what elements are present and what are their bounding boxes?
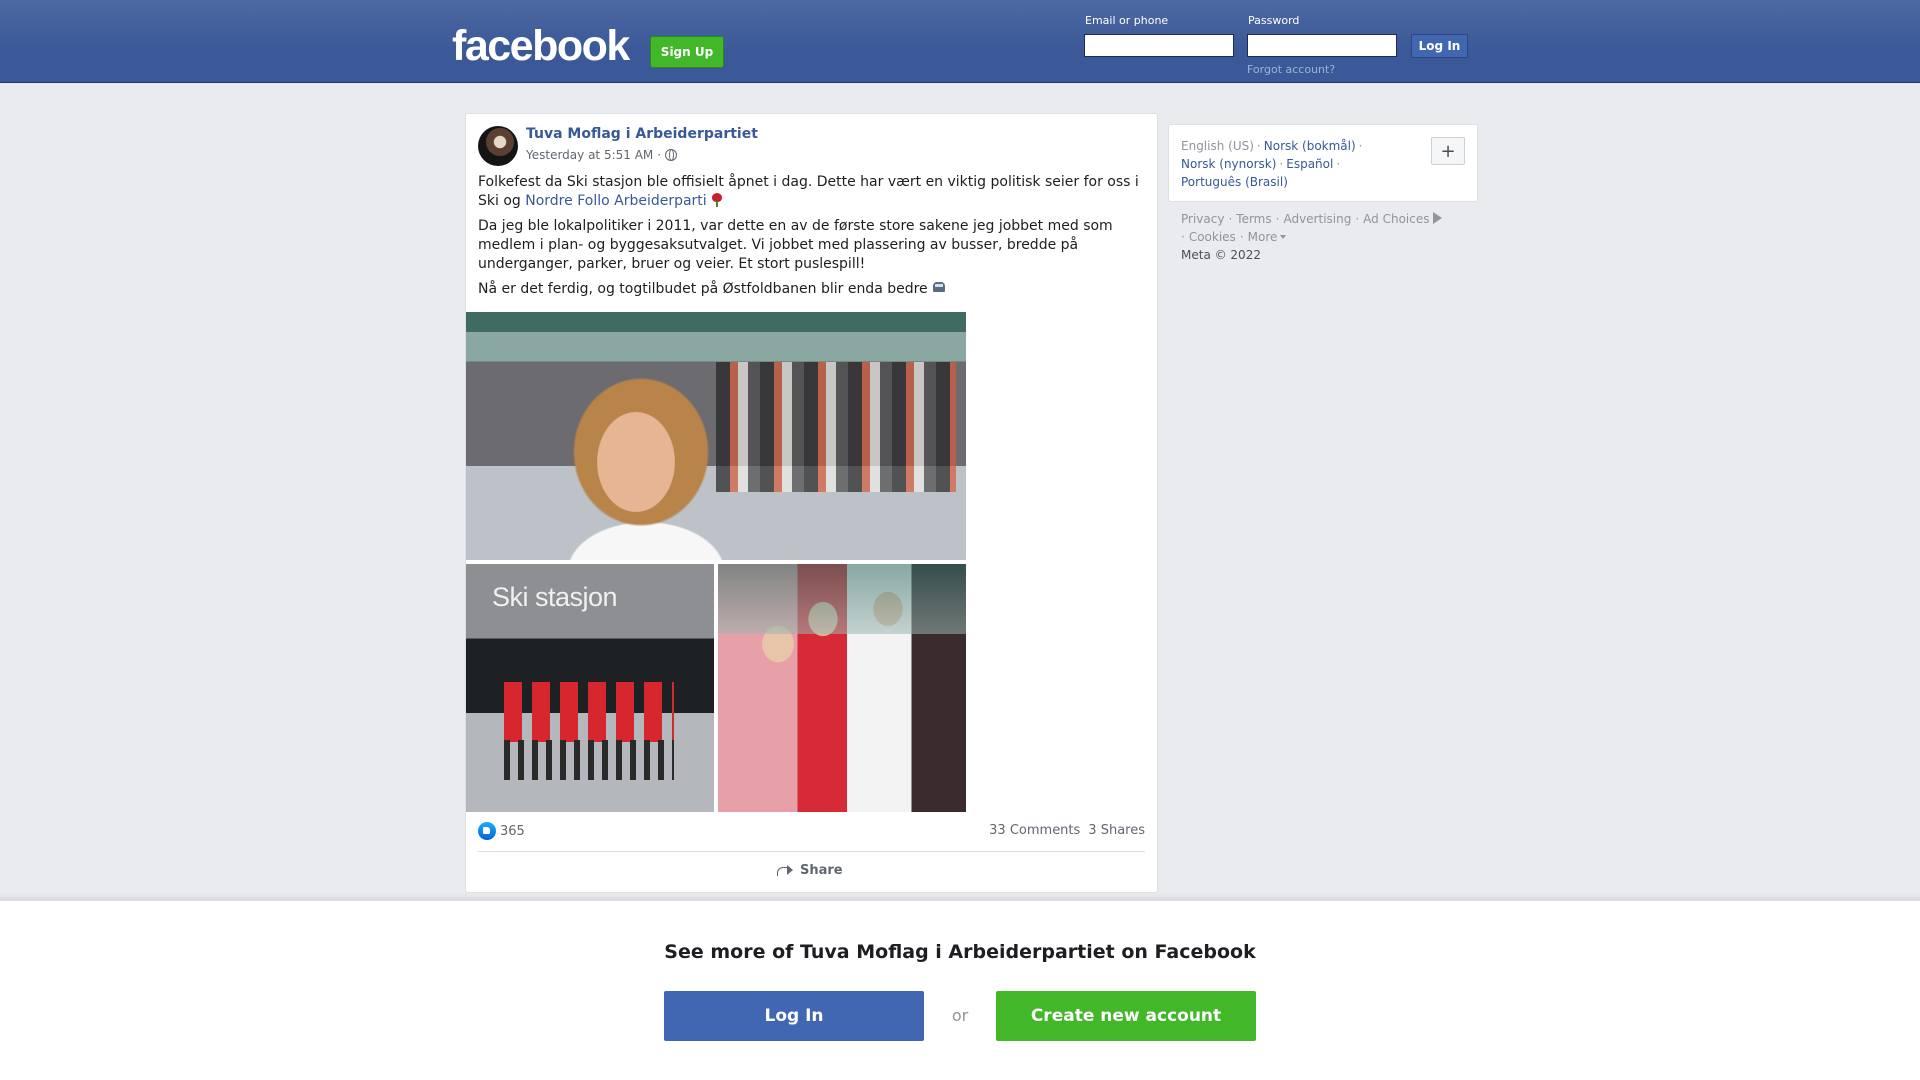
facebook-logo[interactable]: facebook [452, 22, 630, 71]
top-bar: facebook Sign Up Email or phone Password… [0, 0, 1920, 83]
footer-link-privacy[interactable]: Privacy [1181, 212, 1224, 226]
email-field[interactable] [1084, 34, 1234, 57]
globe-icon[interactable] [665, 149, 678, 161]
banner-title: See more of Tuva Moflag i Arbeiderpartie… [664, 941, 1256, 963]
nordre-follo-link[interactable]: Nordre Follo Arbeiderparti [525, 193, 706, 209]
post-paragraph-2: Da jeg ble lokalpolitiker i 2011, var de… [478, 218, 1113, 272]
divider [478, 851, 1145, 852]
copyright: Meta © 2022 [1181, 248, 1261, 262]
separator: · [1239, 230, 1244, 244]
more-languages-button[interactable]: + [1431, 137, 1465, 165]
language-link-pt[interactable]: Português (Brasil) [1181, 175, 1288, 189]
password-field[interactable] [1247, 34, 1397, 57]
more-label: More [1247, 230, 1278, 244]
post-paragraph-3-text: Nå er det ferdig, og togtilbudet på Østf… [478, 281, 928, 297]
reaction-count: 365 [500, 823, 525, 839]
separator: · [1355, 212, 1360, 226]
language-selector: English (US) · Norsk (bokmål) · Norsk (nyno… [1168, 124, 1478, 202]
password-label: Password [1248, 14, 1300, 27]
post-paragraph-3: Nå er det ferdig, og togtilbudet på Østf… [478, 280, 1148, 299]
footer-link-advertising[interactable]: Advertising [1283, 212, 1351, 226]
current-language: English (US) [1181, 139, 1254, 153]
reaction-summary[interactable]: 365 [478, 822, 525, 840]
language-list: English (US) · Norsk (bokmål) · Norsk (nyno… [1181, 137, 1401, 191]
station-sign-text: Ski stasjon [492, 582, 618, 612]
engagement-counts: 33 Comments 3 Shares [989, 823, 1145, 838]
email-label: Email or phone [1085, 14, 1169, 27]
share-label: Share [800, 862, 843, 878]
post-photo-station[interactable]: Ski stasjon [466, 564, 714, 812]
separator: · [1275, 212, 1280, 226]
footer-links: Privacy · Terms · Advertising · Ad Choices · Co… [1181, 210, 1481, 264]
shares-count[interactable]: 3 Shares [1088, 823, 1145, 838]
share-icon [776, 862, 794, 878]
create-account-button[interactable]: Create new account [996, 991, 1256, 1041]
footer-link-terms[interactable]: Terms [1236, 212, 1271, 226]
separator: · [1181, 230, 1185, 244]
post-timestamp[interactable]: Yesterday at 5:51 AM [526, 148, 653, 162]
banner-or-text: or [951, 1006, 969, 1025]
footer-link-adchoices[interactable]: Ad Choices [1363, 212, 1442, 226]
adchoices-icon [1432, 212, 1442, 224]
train-icon [932, 281, 946, 295]
like-icon [478, 822, 496, 840]
rose-icon [711, 193, 723, 207]
separator: · [1336, 157, 1341, 171]
avatar[interactable] [478, 126, 518, 166]
language-link-nn[interactable]: Norsk (nynorsk) [1181, 157, 1276, 171]
caret-down-icon [1280, 235, 1287, 239]
meta-separator: · [657, 148, 662, 162]
footer-link-cookies[interactable]: Cookies [1189, 230, 1236, 244]
post-body: Folkefest da Ski stasjon ble offisielt å… [478, 173, 1148, 305]
language-link-nb[interactable]: Norsk (bokmål) [1264, 139, 1356, 153]
post-paragraph-1: Folkefest da Ski stasjon ble offisielt å… [478, 173, 1148, 211]
banner-login-button[interactable]: Log In [664, 991, 924, 1041]
adchoices-label: Ad Choices [1363, 212, 1430, 226]
separator: · [1279, 157, 1284, 171]
signup-button[interactable]: Sign Up [650, 36, 724, 68]
header-login-button[interactable]: Log In [1411, 34, 1468, 58]
post-card: Tuva Moflag i Arbeiderpartiet Yesterday … [465, 113, 1158, 893]
login-banner: See more of Tuva Moflag i Arbeiderpartie… [0, 900, 1920, 1080]
post-photo-group[interactable] [718, 564, 966, 812]
separator: · [1256, 139, 1261, 153]
language-link-es[interactable]: Español [1286, 157, 1333, 171]
post-author-link[interactable]: Tuva Moflag i Arbeiderpartiet [526, 126, 758, 142]
share-button[interactable]: Share [776, 862, 843, 878]
footer-link-more[interactable]: More [1248, 230, 1287, 244]
separator: · [1228, 212, 1233, 226]
separator: · [1358, 139, 1363, 153]
post-photo-selfie[interactable] [466, 312, 966, 560]
forgot-account-link[interactable]: Forgot account? [1247, 63, 1335, 76]
comments-count[interactable]: 33 Comments [989, 823, 1080, 838]
post-meta: Yesterday at 5:51 AM · [526, 148, 678, 162]
